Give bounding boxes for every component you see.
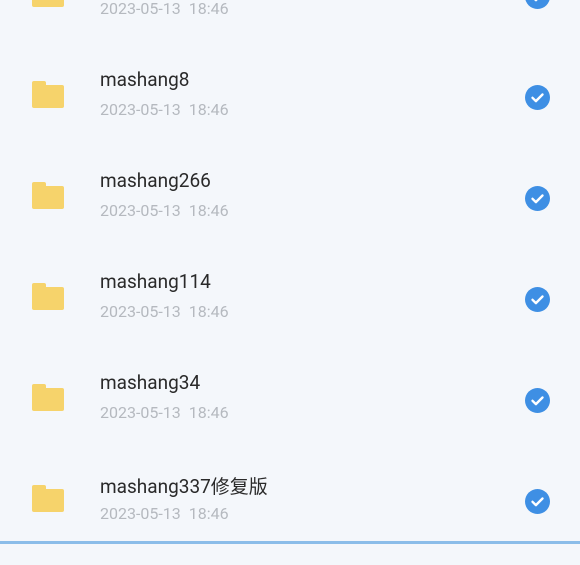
folder-icon xyxy=(32,81,64,108)
file-date: 2023-05-13 18:46 xyxy=(100,504,229,523)
list-item[interactable]: mashang337修复版 2023-05-13 18:46 xyxy=(0,464,580,565)
checkbox-checked-icon[interactable] xyxy=(525,85,550,110)
checkbox-checked-icon[interactable] xyxy=(525,489,550,514)
folder-icon xyxy=(32,485,64,512)
checkbox-checked-icon[interactable] xyxy=(525,0,550,9)
folder-icon xyxy=(32,283,64,310)
file-name: mashang8 xyxy=(100,68,190,91)
checkbox-checked-icon[interactable] xyxy=(525,388,550,413)
list-item[interactable]: mashang114 2023-05-13 18:46 xyxy=(0,262,580,363)
file-name: mashang266 xyxy=(100,169,211,192)
checkbox-checked-icon[interactable] xyxy=(525,186,550,211)
file-name: mashang114 xyxy=(100,270,211,293)
list-item[interactable]: 2023-05-13 18:46 xyxy=(0,0,580,60)
folder-icon xyxy=(32,0,64,7)
checkbox-checked-icon[interactable] xyxy=(525,287,550,312)
folder-icon xyxy=(32,384,64,411)
list-item[interactable]: mashang266 2023-05-13 18:46 xyxy=(0,161,580,262)
file-date: 2023-05-13 18:46 xyxy=(100,201,229,220)
file-name: mashang34 xyxy=(100,371,201,394)
file-date: 2023-05-13 18:46 xyxy=(100,302,229,321)
list-item[interactable]: mashang34 2023-05-13 18:46 xyxy=(0,363,580,464)
file-date: 2023-05-13 18:46 xyxy=(100,0,229,18)
file-date: 2023-05-13 18:46 xyxy=(100,100,229,119)
file-name: mashang337修复版 xyxy=(100,475,268,498)
file-date: 2023-05-13 18:46 xyxy=(100,403,229,422)
folder-icon xyxy=(32,182,64,209)
list-item[interactable]: mashang8 2023-05-13 18:46 xyxy=(0,60,580,161)
